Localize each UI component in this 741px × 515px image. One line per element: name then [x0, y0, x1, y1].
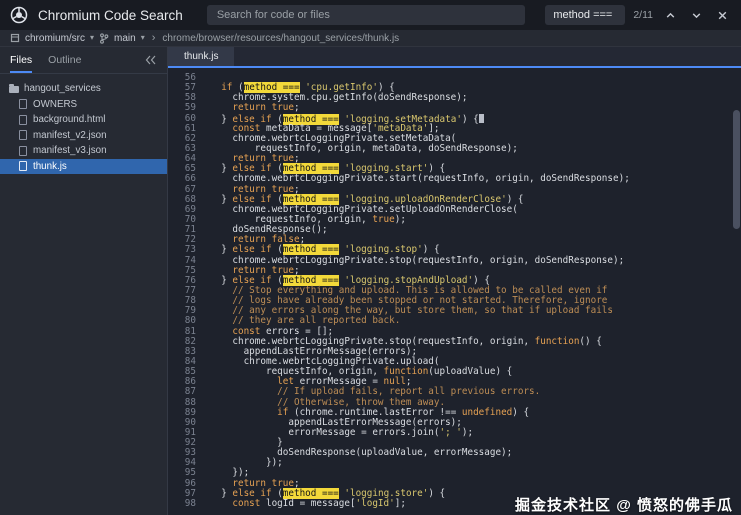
- line-number: 87: [184, 386, 196, 398]
- tab-files[interactable]: Files: [10, 47, 32, 73]
- find-input[interactable]: [545, 5, 626, 25]
- collapse-sidebar-icon[interactable]: [145, 55, 157, 65]
- file-name: thunk.js: [33, 160, 67, 172]
- text-cursor: [478, 113, 484, 123]
- file-row[interactable]: manifest_v2.json: [0, 128, 167, 144]
- file-icon: [19, 145, 27, 156]
- code-line-text: return true;: [210, 102, 300, 114]
- scrollbar-thumb[interactable]: [733, 109, 740, 230]
- code-line[interactable]: 59 return true;: [168, 103, 741, 113]
- code-token: (uploadValue) {: [428, 366, 513, 378]
- code-token: function: [534, 335, 580, 347]
- code-token: '; ': [439, 426, 462, 438]
- code-token: true: [271, 102, 294, 114]
- file-name: hangout_services: [24, 83, 101, 95]
- code-token: ;: [293, 102, 300, 114]
- code-token: );: [394, 213, 406, 225]
- caret-down-icon: ▾: [90, 33, 95, 42]
- code-token: () {: [579, 335, 602, 347]
- editor: thunk.js 56 57 if (method === 'cpu.getInf…: [168, 47, 741, 515]
- line-number: 73: [184, 244, 196, 256]
- code-token: const: [232, 497, 261, 509]
- find-bar: 2/11: [545, 5, 731, 25]
- code-token: return: [232, 102, 266, 114]
- breadcrumb-separator: ›: [151, 32, 156, 44]
- editor-tabbar: thunk.js: [168, 47, 741, 68]
- app-title: Chromium Code Search: [38, 7, 183, 23]
- topbar: Chromium Code Search 2/11: [0, 0, 741, 30]
- file-row[interactable]: thunk.js: [0, 158, 167, 174]
- caret-down-icon: ▾: [140, 33, 145, 42]
- find-count: 2/11: [633, 9, 653, 21]
- file-icon: [19, 130, 27, 141]
- file-row[interactable]: manifest_v3.json: [0, 143, 167, 159]
- file-name: background.html: [33, 114, 106, 126]
- code-token: ];: [394, 497, 406, 509]
- file-name: OWNERS: [33, 98, 78, 110]
- find-prev-button[interactable]: [661, 6, 679, 24]
- code-line[interactable]: 94 });: [168, 458, 741, 468]
- branch-icon: [99, 32, 109, 44]
- app-window: Chromium Code Search 2/11 chromium/src ▾: [0, 0, 741, 515]
- code-token: ;: [293, 477, 300, 489]
- sidebar: Files Outline hangout_services OWNERS back…: [0, 47, 168, 515]
- code-lines: 56 57 if (method === 'cpu.getInfo') {58 c…: [168, 72, 741, 509]
- file-name: manifest_v2.json: [33, 129, 107, 141]
- file-icon: [19, 161, 27, 172]
- file-icon: [19, 99, 27, 110]
- find-next-button[interactable]: [687, 6, 705, 24]
- find-close-button[interactable]: [713, 6, 731, 24]
- sidebar-tabs: Files Outline: [0, 47, 167, 74]
- code-token: ) {: [428, 487, 446, 499]
- code-token: ) {: [512, 406, 530, 418]
- search-input[interactable]: [206, 5, 526, 25]
- file-row[interactable]: background.html: [0, 112, 167, 128]
- breadcrumb: chromium/src ▾ main ▾ › chrome/browser/r…: [0, 30, 741, 47]
- code-token: );: [461, 426, 474, 438]
- file-row[interactable]: hangout_services: [0, 81, 167, 97]
- code-token: undefined: [461, 406, 513, 418]
- code-area[interactable]: 56 57 if (method === 'cpu.getInfo') {58 c…: [168, 68, 741, 515]
- repo-selector[interactable]: chromium/src: [25, 33, 85, 44]
- code-token: logId = message[: [260, 497, 356, 509]
- file-name: manifest_v3.json: [33, 145, 107, 157]
- watermark: 掘金技术社区 @ 愤怒的佛手瓜: [515, 496, 733, 514]
- editor-tab-thunkjs[interactable]: thunk.js: [168, 47, 235, 66]
- editor-scrollbar[interactable]: [733, 70, 740, 513]
- code-token: 'logId': [355, 497, 395, 509]
- code-line-text: const logId = message['logId'];: [210, 497, 406, 509]
- code-token: ;: [293, 183, 300, 195]
- repo-icon: [10, 33, 20, 43]
- line-number: 80: [184, 315, 196, 327]
- file-row[interactable]: OWNERS: [0, 97, 167, 113]
- content: Files Outline hangout_services OWNERS back…: [0, 47, 741, 515]
- folder-icon: [9, 84, 19, 94]
- file-list: hangout_services OWNERS background.html man…: [0, 81, 167, 174]
- line-number: 98: [184, 497, 196, 509]
- file-path: chrome/browser/resources/hangout_service…: [162, 32, 400, 44]
- tab-outline[interactable]: Outline: [48, 47, 81, 73]
- chromium-logo-icon: [10, 6, 28, 24]
- file-icon: [19, 114, 27, 125]
- code-token: ) {: [461, 113, 479, 125]
- branch-selector[interactable]: main: [114, 33, 136, 44]
- code-token: true: [372, 213, 395, 225]
